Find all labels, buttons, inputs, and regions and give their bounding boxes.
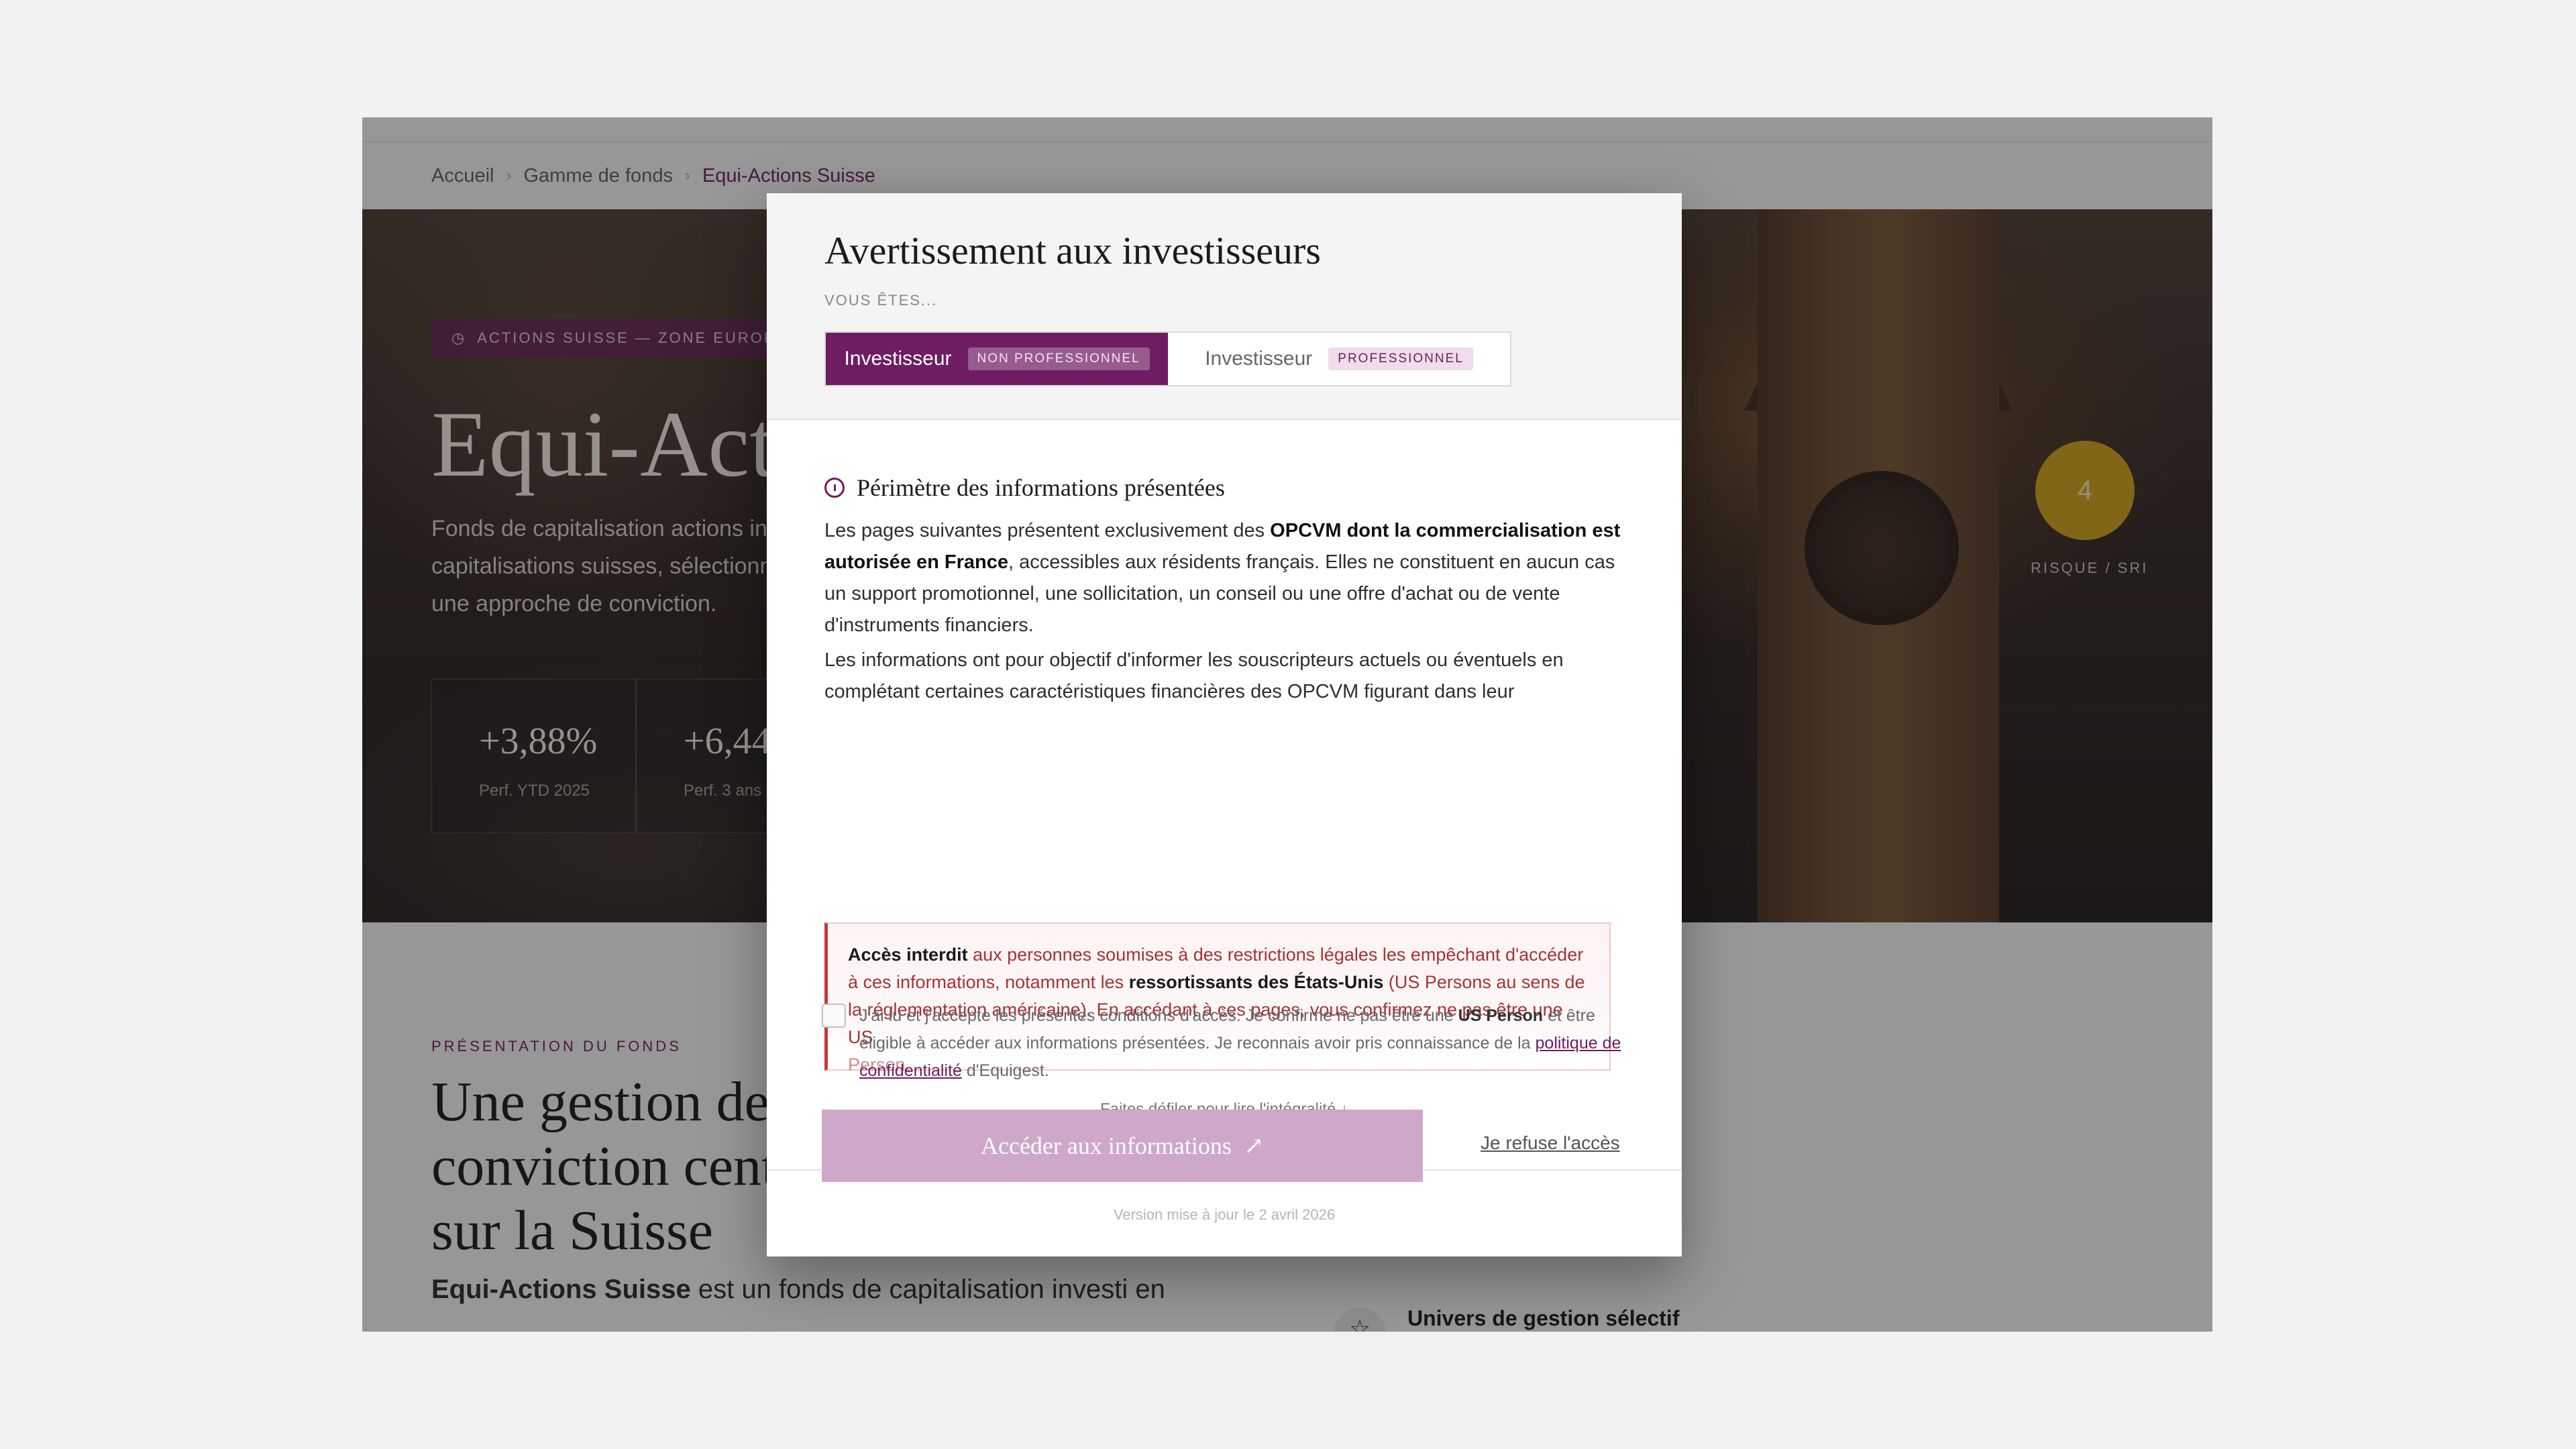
option-professional[interactable]: Investisseur PROFESSIONNEL [1168,333,1510,385]
consent-emphasis: US Person [1458,1006,1544,1025]
warning-emphasis: Accès interdit [848,945,968,965]
info-icon [824,478,845,498]
version-note: Version mise à jour le 2 avril 2026 [1113,1206,1336,1223]
option-badge: NON PROFESSIONNEL [967,347,1150,370]
modal-title: Avertissement aux investisseurs [824,229,1321,272]
consent-checkbox[interactable] [822,1004,846,1028]
option-non-professional[interactable]: Investisseur NON PROFESSIONNEL [826,333,1168,385]
consent-text-part: J'ai lu et j'accepte les présentes condi… [859,1006,1458,1025]
scope-paragraph-2: Les informations ont pour objectif d'inf… [824,649,1564,702]
refuse-access-link[interactable]: Je refuse l'accès [1481,1132,1620,1154]
access-button[interactable]: Accéder aux informations ↗ [822,1110,1423,1182]
scope-heading: Périmètre des informations présentées [824,474,1225,502]
scope-title: Périmètre des informations présentées [857,474,1225,501]
consent-text-part: d'Equigest. [961,1061,1049,1080]
arrow-up-right-icon: ↗ [1243,1132,1265,1159]
investor-warning-modal: Avertissement aux investisseurs VOUS ÊTE… [767,193,1682,1256]
option-badge: PROFESSIONNEL [1328,347,1473,370]
warning-emphasis: ressortissants des États-Unis [1128,972,1384,992]
para-text: Les pages suivantes présentent exclusive… [824,520,1271,541]
consent-text: J'ai lu et j'accepte les présentes condi… [859,1002,1638,1085]
investor-type-label: VOUS ÊTES... [824,292,938,309]
access-button-label: Accéder aux informations [980,1132,1232,1159]
option-label: Investisseur [844,347,952,370]
investor-type-toggle: Investisseur NON PROFESSIONNEL Investiss… [824,331,1511,386]
option-label: Investisseur [1205,347,1313,370]
modal-header: Avertissement aux investisseurs VOUS ÊTE… [767,193,1682,420]
scope-paragraph-1: Les pages suivantes présentent exclusive… [824,515,1623,641]
